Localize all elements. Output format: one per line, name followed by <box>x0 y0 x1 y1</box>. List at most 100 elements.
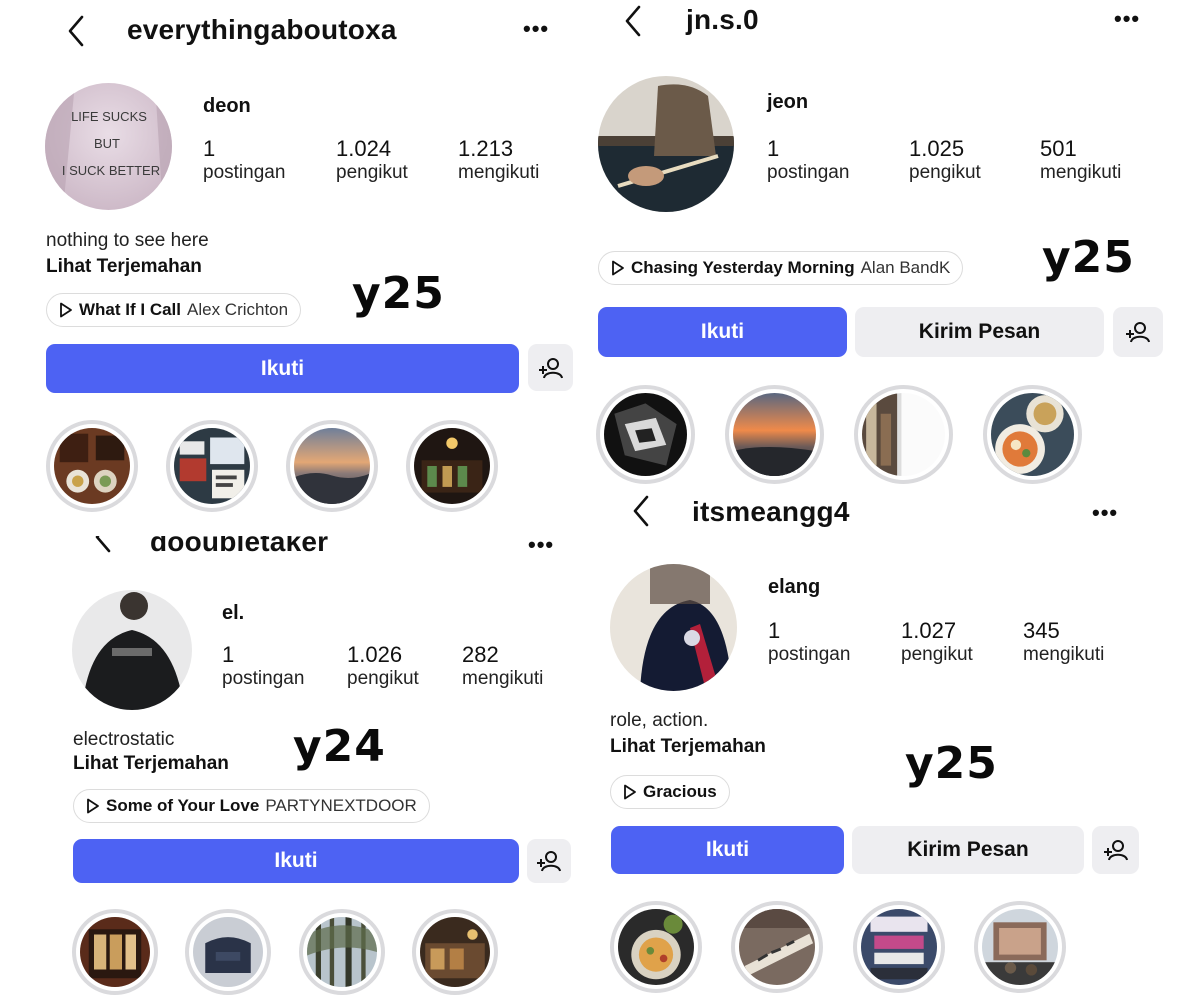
profile-display-name: el. <box>222 602 245 624</box>
profile-username: jn.s.0 <box>686 4 759 35</box>
stat-following-value: 501 <box>1040 136 1077 161</box>
profile-avatar[interactable] <box>598 76 734 212</box>
profile-display-name: deon <box>203 95 251 117</box>
profile-avatar[interactable] <box>72 590 192 710</box>
suggest-users-button[interactable] <box>528 344 573 391</box>
story-highlight[interactable] <box>854 385 953 484</box>
story-highlight[interactable] <box>286 420 378 512</box>
profile-bio: nothing to see here <box>46 230 209 251</box>
add-user-icon <box>538 357 563 378</box>
stat-posts-label: postingan <box>767 162 850 183</box>
music-song: Chasing Yesterday Morning <box>631 258 855 277</box>
story-highlight[interactable] <box>72 909 158 995</box>
story-highlight[interactable] <box>725 385 824 484</box>
year-annotation: y25 <box>905 738 998 789</box>
story-highlight[interactable] <box>299 909 385 995</box>
story-highlight[interactable] <box>596 385 695 484</box>
stat-following-label: mengikuti <box>1023 644 1105 665</box>
stat-followers[interactable]: 1.027 pengikut <box>901 618 973 666</box>
stat-following[interactable]: 345 mengikuti <box>1023 618 1104 666</box>
suggest-users-button[interactable] <box>1113 307 1163 357</box>
see-translation-link[interactable]: Lihat Terjemahan <box>610 736 766 758</box>
follow-button[interactable]: Ikuti <box>73 839 519 883</box>
more-options-icon[interactable]: ••• <box>1092 502 1118 524</box>
story-highlight[interactable] <box>610 901 702 993</box>
add-user-icon <box>1103 840 1128 861</box>
suggest-users-button[interactable] <box>1092 826 1139 874</box>
back-chevron-icon[interactable] <box>631 494 651 528</box>
stat-posts-value: 1 <box>768 618 781 643</box>
music-artist: Alan BandK <box>860 258 951 277</box>
stat-posts-label: postingan <box>203 162 286 183</box>
stat-followers-value: 1.024 <box>336 136 392 161</box>
stat-followers[interactable]: 1.025 pengikut <box>909 136 981 184</box>
stat-followers-value: 1.027 <box>901 618 957 643</box>
suggest-users-button[interactable] <box>527 839 571 883</box>
stat-posts-value: 1 <box>222 642 235 667</box>
story-highlight[interactable] <box>983 385 1082 484</box>
svg-text:I SUCK BETTER: I SUCK BETTER <box>62 163 160 178</box>
play-icon <box>612 260 624 276</box>
see-translation-link[interactable]: Lihat Terjemahan <box>46 256 202 278</box>
story-highlight[interactable] <box>731 901 823 993</box>
stat-posts[interactable]: 1 postingan <box>203 136 285 184</box>
play-icon <box>624 784 636 800</box>
stat-following[interactable]: 1.213 mengikuti <box>458 136 539 184</box>
music-chip[interactable]: What If I Call Alex Crichton <box>46 293 302 327</box>
profile-panel-dooubletaker: dooubletaker ••• el. 1 postingan 1.026 p… <box>40 536 585 997</box>
stat-posts[interactable]: 1 postingan <box>222 642 304 690</box>
stat-posts-label: postingan <box>222 668 305 689</box>
music-song: What If I Call <box>79 300 181 319</box>
send-message-button[interactable]: Kirim Pesan <box>852 826 1084 874</box>
music-chip[interactable]: Some of Your Love PARTYNEXTDOOR <box>73 789 430 823</box>
story-highlight[interactable] <box>406 420 498 512</box>
story-highlight[interactable] <box>46 420 138 512</box>
year-annotation: y25 <box>1042 232 1135 283</box>
music-chip[interactable]: Gracious <box>610 775 730 809</box>
send-message-button[interactable]: Kirim Pesan <box>855 307 1104 357</box>
profile-avatar[interactable] <box>610 564 737 691</box>
stat-following[interactable]: 501 mengikuti <box>1040 136 1121 184</box>
profile-username: dooubletaker <box>150 536 329 557</box>
add-user-icon <box>537 851 561 872</box>
music-artist: Alex Crichton <box>187 300 289 319</box>
profile-username: everythingaboutoxa <box>127 14 397 45</box>
stat-following-value: 345 <box>1023 618 1060 643</box>
stat-posts[interactable]: 1 postingan <box>767 136 849 184</box>
music-chip[interactable]: Chasing Yesterday Morning Alan BandK <box>598 251 964 285</box>
stat-followers[interactable]: 1.024 pengikut <box>336 136 408 184</box>
profile-avatar[interactable]: LIFE SUCKS BUT I SUCK BETTER <box>45 83 172 210</box>
more-options-icon[interactable]: ••• <box>528 536 554 556</box>
back-chevron-icon[interactable] <box>93 536 113 554</box>
profile-display-name: elang <box>768 576 821 598</box>
story-highlight[interactable] <box>185 909 271 995</box>
stat-followers-label: pengikut <box>347 668 419 689</box>
profile-username: itsmeangg4 <box>692 496 850 527</box>
play-icon <box>60 302 72 318</box>
follow-button[interactable]: Ikuti <box>598 307 847 357</box>
more-options-icon[interactable]: ••• <box>523 18 549 40</box>
stat-following-value: 282 <box>462 642 499 667</box>
stat-posts-label: postingan <box>768 644 851 665</box>
story-highlight[interactable] <box>166 420 258 512</box>
stat-followers-value: 1.026 <box>347 642 403 667</box>
follow-button[interactable]: Ikuti <box>46 344 519 393</box>
see-translation-link[interactable]: Lihat Terjemahan <box>73 753 229 775</box>
music-artist: PARTYNEXTDOOR <box>265 796 417 815</box>
back-chevron-icon[interactable] <box>66 14 86 48</box>
stat-posts[interactable]: 1 postingan <box>768 618 850 666</box>
profile-display-name: jeon <box>767 91 809 113</box>
more-options-icon[interactable]: ••• <box>1114 8 1140 30</box>
stat-following[interactable]: 282 mengikuti <box>462 642 543 690</box>
story-highlight[interactable] <box>412 909 498 995</box>
back-chevron-icon[interactable] <box>623 4 643 38</box>
stat-followers-label: pengikut <box>901 644 973 665</box>
story-highlight[interactable] <box>853 901 945 993</box>
svg-text:BUT: BUT <box>94 136 120 151</box>
story-highlight[interactable] <box>974 901 1066 993</box>
year-annotation: y25 <box>352 268 445 319</box>
year-annotation: y24 <box>293 721 386 772</box>
profile-panel-itsmeangg4: itsmeangg4 ••• elang 1 postingan 1.027 p… <box>585 490 1200 997</box>
follow-button[interactable]: Ikuti <box>611 826 844 874</box>
stat-followers[interactable]: 1.026 pengikut <box>347 642 419 690</box>
